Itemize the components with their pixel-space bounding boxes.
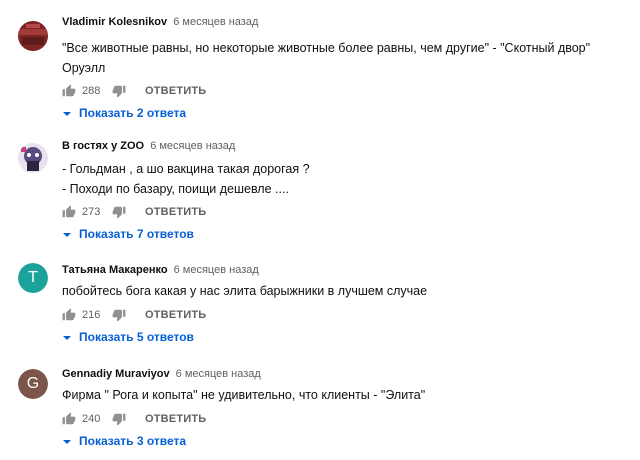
comment-date[interactable]: 6 месяцев назад <box>150 140 235 152</box>
comment-header: В гостях у ZOO 6 месяцев назад <box>62 140 235 152</box>
author-name[interactable]: Gennadiy Muraviyov <box>62 368 170 380</box>
avatar[interactable]: T <box>18 263 48 293</box>
avatar-image <box>18 21 48 51</box>
reply-button[interactable]: ОТВЕТИТЬ <box>145 309 206 321</box>
chevron-down-icon <box>62 230 72 240</box>
comment-text: побойтесь бога какая у нас элита барыжни… <box>62 281 427 301</box>
thumb-down-icon[interactable] <box>112 308 126 322</box>
comment-date[interactable]: 6 месяцев назад <box>174 264 259 276</box>
thumb-up-icon[interactable] <box>62 412 76 426</box>
reply-button[interactable]: ОТВЕТИТЬ <box>145 206 206 218</box>
show-replies-button[interactable]: Показать 5 ответов <box>62 330 194 344</box>
show-replies-button[interactable]: Показать 2 ответа <box>62 106 186 120</box>
comment-line: побойтесь бога какая у нас элита барыжни… <box>62 284 428 298</box>
comment-line: Фирма " Рога и копыта" не удивительно, ч… <box>62 388 426 402</box>
comment-header: Татьяна Макаренко 6 месяцев назад <box>62 264 259 276</box>
thumb-down-icon[interactable] <box>112 84 126 98</box>
show-replies-label: Показать 3 ответа <box>79 434 187 448</box>
comment-date[interactable]: 6 месяцев назад <box>176 368 261 380</box>
thumb-up-icon[interactable] <box>62 205 76 219</box>
comment-header: Vladimir Kolesnikov 6 месяцев назад <box>62 16 258 28</box>
show-replies-button[interactable]: Показать 7 ответов <box>62 227 194 241</box>
thumb-up-icon[interactable] <box>62 308 76 322</box>
chevron-down-icon <box>62 109 72 119</box>
avatar-letter: T <box>18 263 48 293</box>
chevron-down-icon <box>62 333 72 343</box>
like-count: 240 <box>82 413 101 425</box>
comment-text: - Гольдман , а шо вакцина такая дорогая … <box>62 159 310 199</box>
avatar-image <box>18 143 48 173</box>
like-count: 273 <box>82 206 101 218</box>
author-name[interactable]: В гостях у ZOO <box>62 140 144 152</box>
comment-line: - Походи по базару, поищи дешевле .... <box>62 182 289 196</box>
comment-line: "Все животные равны, но некоторые животн… <box>62 41 591 55</box>
show-replies-label: Показать 2 ответа <box>79 106 187 120</box>
avatar[interactable] <box>18 21 48 51</box>
comment-text: Фирма " Рога и копыта" не удивительно, ч… <box>62 385 425 405</box>
reply-button[interactable]: ОТВЕТИТЬ <box>145 85 206 97</box>
show-replies-label: Показать 5 ответов <box>79 330 194 344</box>
show-replies-button[interactable]: Показать 3 ответа <box>62 434 186 448</box>
author-name[interactable]: Татьяна Макаренко <box>62 264 168 276</box>
thumb-down-icon[interactable] <box>112 205 126 219</box>
avatar[interactable]: G <box>18 369 48 399</box>
comment-line: Оруэлл <box>62 61 106 75</box>
avatar-letter: G <box>18 369 48 399</box>
chevron-down-icon <box>62 437 72 447</box>
comment-text: "Все животные равны, но некоторые животн… <box>62 38 590 78</box>
show-replies-label: Показать 7 ответов <box>79 227 194 241</box>
like-count: 288 <box>82 85 101 97</box>
thumb-down-icon[interactable] <box>112 412 126 426</box>
author-name[interactable]: Vladimir Kolesnikov <box>62 16 167 28</box>
comment-line: - Гольдман , а шо вакцина такая дорогая … <box>62 162 310 176</box>
thumb-up-icon[interactable] <box>62 84 76 98</box>
reply-button[interactable]: ОТВЕТИТЬ <box>145 413 206 425</box>
comment-header: Gennadiy Muraviyov 6 месяцев назад <box>62 368 261 380</box>
like-count: 216 <box>82 309 101 321</box>
comment-date[interactable]: 6 месяцев назад <box>173 16 258 28</box>
avatar[interactable] <box>18 143 48 173</box>
